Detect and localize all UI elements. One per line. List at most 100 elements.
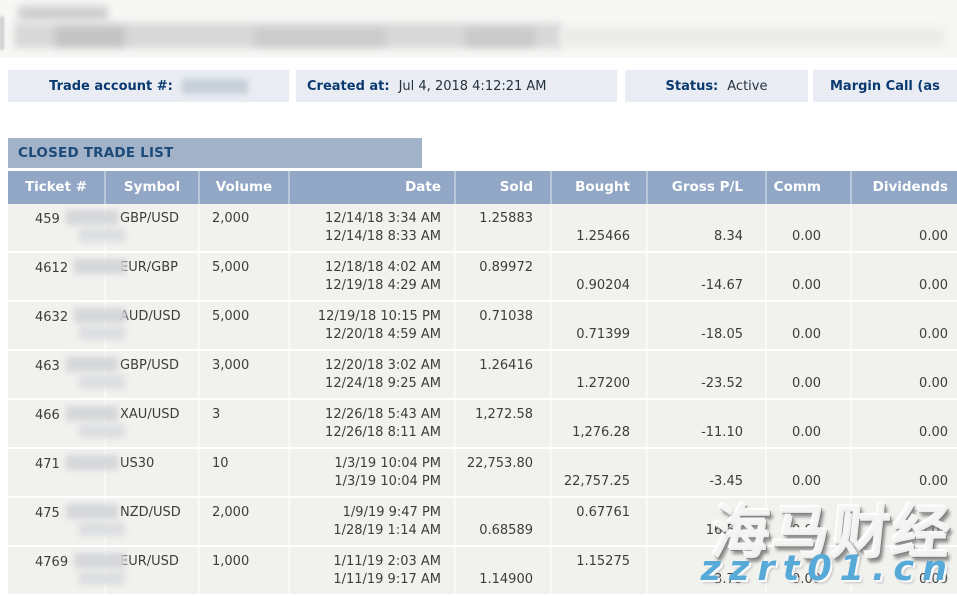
sold-price: [456, 504, 533, 521]
dividends: 0.00: [852, 326, 948, 343]
table-row: 471 US30 10 1/3/19 10:04 PM1/3/19 10:04 …: [8, 449, 957, 498]
dividends: 0.00: [852, 571, 948, 588]
ticket-cell: 471: [8, 449, 106, 496]
redacted-ticket-blur: [79, 522, 125, 536]
comm-cell: 0.00: [767, 449, 852, 496]
created-at-cell: Created at: Jul 4, 2018 4:12:21 AM: [296, 70, 617, 102]
close-date: 1/3/19 10:04 PM: [290, 473, 441, 490]
sold-price: [456, 375, 533, 392]
gross-pl-cell: -3.75: [648, 547, 767, 594]
sold-price: 1,272.58: [456, 406, 533, 423]
volume: 3: [212, 406, 288, 423]
bought-price: [552, 522, 630, 539]
table-header-row: Ticket # Symbol Volume Date Sold Bought …: [8, 171, 957, 204]
redacted-ticket-blur: [66, 210, 118, 225]
gross-pl-cell: -3.45: [648, 449, 767, 496]
close-date: 1/11/19 9:17 AM: [290, 571, 441, 588]
symbol: XAU/USD: [120, 406, 198, 423]
open-date: 1/3/19 10:04 PM: [290, 455, 441, 472]
bought-cell: 0.67761: [552, 498, 648, 545]
volume: 5,000: [212, 308, 288, 325]
ticket-cell: 4769: [8, 547, 106, 594]
redacted-ticket-blur: [66, 406, 118, 421]
bought-cell: 1,276.28: [552, 400, 648, 447]
sold-price: [456, 277, 533, 294]
volume: 2,000: [212, 210, 288, 227]
status-label: Status:: [666, 79, 719, 94]
date-cell: 12/26/18 5:43 AM12/26/18 8:11 AM: [290, 400, 456, 447]
redacted-ticket-blur: [74, 308, 126, 323]
gross-pl: 8.34: [648, 228, 743, 245]
symbol: AUD/USD: [120, 308, 198, 325]
comm-cell: 0.00: [767, 547, 852, 594]
close-date: 12/19/18 4:29 AM: [290, 277, 441, 294]
sold-price: 0.68589: [456, 522, 533, 539]
redacted-account-number: [182, 79, 248, 94]
redacted-blur: [560, 28, 945, 46]
close-date: 12/14/18 8:33 AM: [290, 228, 441, 245]
ticket-cell: 475: [8, 498, 106, 545]
comm-cell: 0.00: [767, 351, 852, 398]
redacted-ticket-blur: [79, 375, 125, 389]
sold-price: 0.71038: [456, 308, 533, 325]
dividends: 0.00: [852, 375, 948, 392]
bought-price: 1,276.28: [552, 424, 630, 441]
redacted-ticket-blur: [66, 504, 118, 519]
ticket-number: 459: [35, 212, 60, 227]
column-header-ticket: Ticket #: [8, 171, 106, 204]
redacted-ticket-blur: [74, 553, 126, 568]
column-header-symbol: Symbol: [106, 171, 200, 204]
volume-cell: 2,000: [200, 204, 290, 251]
date-cell: 12/14/18 3:34 AM12/14/18 8:33 AM: [290, 204, 456, 251]
date-cell: 12/19/18 10:15 PM12/20/18 4:59 AM: [290, 302, 456, 349]
status-value: Active: [727, 79, 767, 94]
date-cell: 1/3/19 10:04 PM1/3/19 10:04 PM: [290, 449, 456, 496]
symbol: GBP/USD: [120, 357, 198, 374]
bought-price: 1.25466: [552, 228, 630, 245]
commission: 0.00: [767, 228, 821, 245]
dividends-cell: 0.00: [852, 498, 957, 545]
gross-pl: -18.05: [648, 326, 743, 343]
open-date: 1/9/19 9:47 PM: [290, 504, 441, 521]
sold-price: [456, 424, 533, 441]
symbol-cell: US30: [106, 449, 200, 496]
sold-price: [456, 553, 533, 570]
volume-cell: 2,000: [200, 498, 290, 545]
bought-price: 1.15275: [552, 553, 630, 570]
ticket-number: 475: [35, 506, 60, 521]
bought-price: [552, 259, 630, 276]
table-body: 459 GBP/USD 2,000 12/14/18 3:34 AM12/14/1…: [8, 204, 957, 596]
tab-closed-trade-list[interactable]: CLOSED TRADE LIST: [8, 138, 422, 168]
bought-cell: 1.27200: [552, 351, 648, 398]
bought-price: [552, 210, 630, 227]
open-date: 12/19/18 10:15 PM: [290, 308, 441, 325]
gross-pl: 16.56: [648, 522, 743, 539]
ticket-cell: 466: [8, 400, 106, 447]
sold-price: 1.25883: [456, 210, 533, 227]
table-row: 466 XAU/USD 3 12/26/18 5:43 AM12/26/18 8:…: [8, 400, 957, 449]
close-date: 12/26/18 8:11 AM: [290, 424, 441, 441]
dividends: 0.00: [852, 522, 948, 539]
bought-cell: 0.71399: [552, 302, 648, 349]
gross-pl-cell: -18.05: [648, 302, 767, 349]
column-header-date: Date: [290, 171, 456, 204]
open-date: 12/18/18 4:02 AM: [290, 259, 441, 276]
sold-cell: 1.26416: [456, 351, 552, 398]
volume: 5,000: [212, 259, 288, 276]
ticket-cell: 4632: [8, 302, 106, 349]
ticket-number: 463: [35, 359, 60, 374]
margin-call-label: Margin Call (as: [830, 79, 940, 94]
sold-cell: 0.71038: [456, 302, 552, 349]
comm-cell: 0.00: [767, 400, 852, 447]
date-cell: 1/9/19 9:47 PM1/28/19 1:14 AM: [290, 498, 456, 545]
dividends: 0.00: [852, 473, 948, 490]
dividends-cell: 0.00: [852, 449, 957, 496]
redacted-blur: [255, 29, 385, 46]
redacted-top-banner: [0, 0, 957, 58]
table-row: 4632 AUD/USD 5,000 12/19/18 10:15 PM12/20…: [8, 302, 957, 351]
sold-price: 0.89972: [456, 259, 533, 276]
commission: 0.00: [767, 473, 821, 490]
redacted-ticket-blur: [79, 326, 125, 340]
dividends: 0.00: [852, 228, 948, 245]
sold-price: 1.14900: [456, 571, 533, 588]
